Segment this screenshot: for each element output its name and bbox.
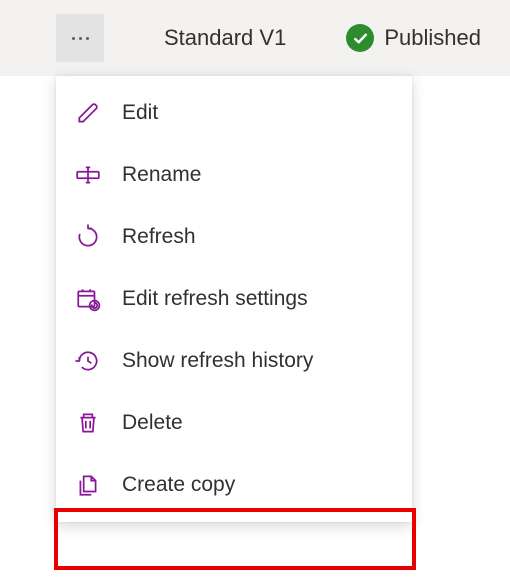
- context-menu: Edit Rename Refresh Edi: [56, 76, 412, 522]
- menu-item-label: Edit: [122, 101, 158, 125]
- menu-item-rename[interactable]: Rename: [56, 144, 412, 206]
- menu-item-label: Delete: [122, 411, 183, 435]
- calendar-refresh-icon: [74, 285, 102, 313]
- refresh-icon: [74, 223, 102, 251]
- more-icon: [72, 37, 89, 40]
- history-icon: [74, 347, 102, 375]
- menu-item-refresh[interactable]: Refresh: [56, 206, 412, 268]
- menu-item-label: Rename: [122, 163, 201, 187]
- check-circle-icon: [346, 24, 374, 52]
- menu-item-label: Edit refresh settings: [122, 287, 308, 311]
- status-badge: Published: [346, 24, 481, 52]
- more-actions-button[interactable]: [56, 14, 104, 62]
- menu-item-create-copy[interactable]: Create copy: [56, 454, 412, 516]
- pencil-icon: [74, 99, 102, 127]
- page-title: Standard V1: [164, 25, 286, 51]
- menu-item-label: Show refresh history: [122, 349, 313, 373]
- rename-icon: [74, 161, 102, 189]
- trash-icon: [74, 409, 102, 437]
- header-bar: Standard V1 Published: [0, 0, 510, 76]
- menu-item-label: Refresh: [122, 225, 196, 249]
- menu-item-delete[interactable]: Delete: [56, 392, 412, 454]
- menu-item-label: Create copy: [122, 473, 235, 497]
- menu-item-edit-refresh-settings[interactable]: Edit refresh settings: [56, 268, 412, 330]
- status-label: Published: [384, 25, 481, 51]
- menu-item-edit[interactable]: Edit: [56, 82, 412, 144]
- menu-item-show-refresh-history[interactable]: Show refresh history: [56, 330, 412, 392]
- copy-icon: [74, 471, 102, 499]
